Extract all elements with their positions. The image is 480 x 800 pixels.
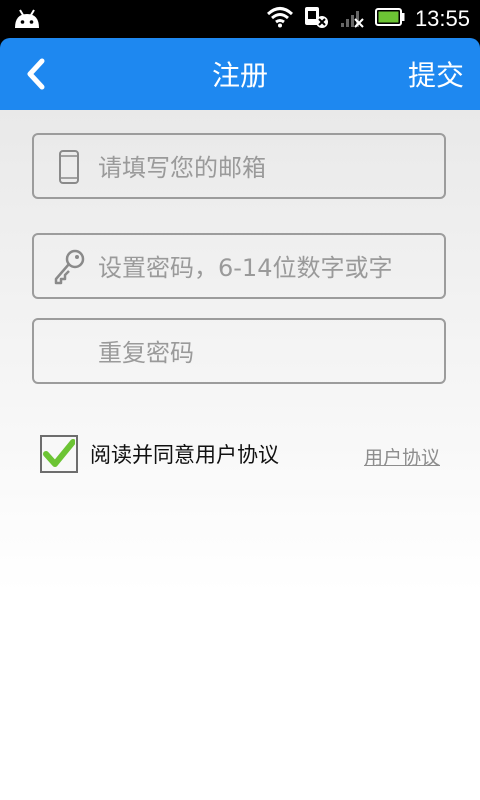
agreement-row: 阅读并同意用户协议 [40, 435, 279, 473]
confirm-password-input[interactable] [98, 320, 434, 386]
checkmark-icon [43, 439, 75, 467]
battery-icon [374, 8, 405, 30]
password-field-box [32, 233, 446, 301]
android-icon [12, 6, 42, 36]
email-input[interactable] [98, 135, 434, 201]
status-time: 13:55 [414, 6, 470, 31]
user-agreement-link[interactable]: 用户协议 [364, 443, 440, 470]
wifi-icon [266, 6, 293, 32]
password-input[interactable] [98, 235, 434, 301]
agree-label: 阅读并同意用户协议 [90, 443, 279, 467]
register-form: 阅读并同意用户协议 用户协议 [0, 110, 480, 800]
email-field-box [32, 133, 446, 201]
signal-icon [339, 6, 365, 32]
agree-checkbox[interactable] [40, 435, 78, 473]
app-bar: 注册 提交 [0, 38, 480, 110]
submit-button[interactable]: 提交 [408, 38, 464, 110]
phone-icon [52, 149, 86, 185]
key-icon [52, 249, 86, 285]
status-bar: 13:55 [0, 0, 480, 38]
sim-card-icon [303, 5, 329, 33]
confirm-password-field-box [32, 318, 446, 386]
